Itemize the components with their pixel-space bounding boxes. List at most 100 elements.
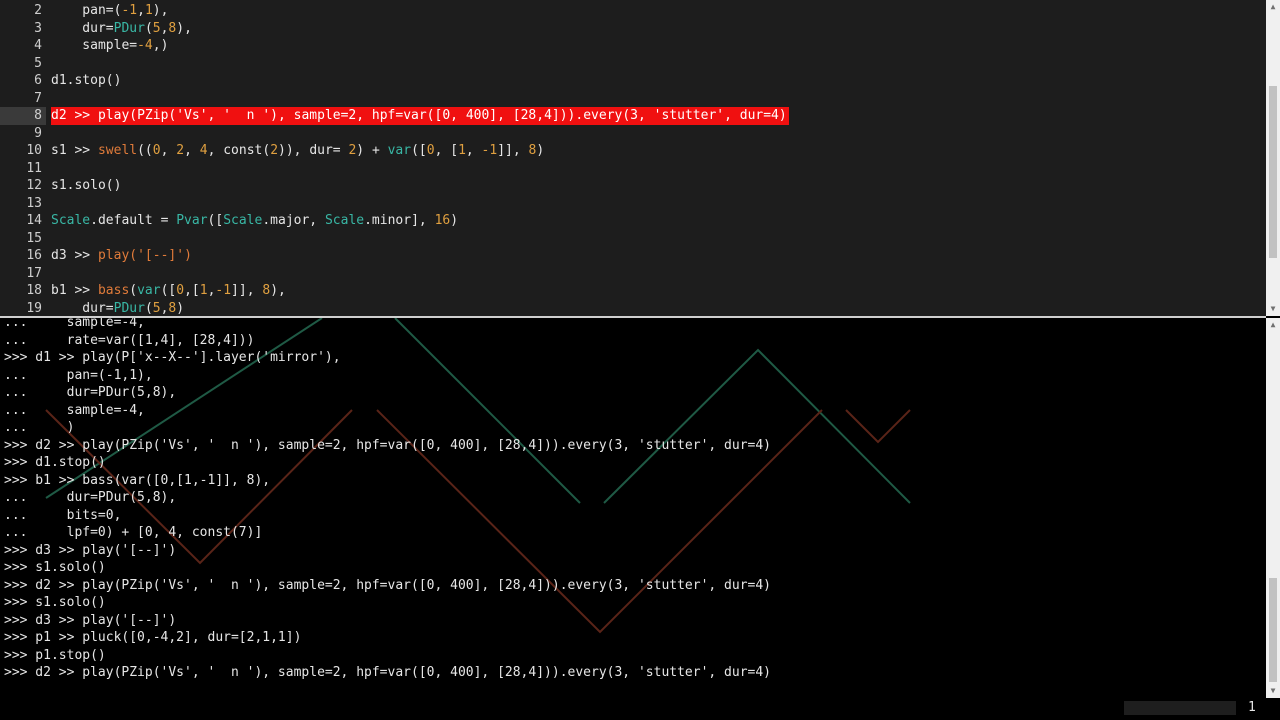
console-line: >>> s1.solo() — [4, 595, 106, 610]
console-scroll-thumb[interactable] — [1269, 578, 1277, 682]
editor-scrollbar[interactable]: ▲ ▼ — [1266, 0, 1280, 316]
code-token: -1 — [215, 283, 232, 298]
console-line: ... rate=var([1,4], [28,4])) — [4, 332, 255, 348]
line-number: 2 — [34, 3, 42, 18]
code-token: -1 — [481, 143, 498, 158]
code-token: 2 — [176, 143, 185, 158]
console-line: ... dur=PDur(5,8), — [4, 385, 177, 400]
line-number: 5 — [34, 55, 42, 71]
code-token: ( — [129, 283, 138, 298]
code-token: ]], — [231, 283, 263, 298]
code-token: ) + — [356, 143, 388, 158]
code-token: .default = — [90, 213, 177, 228]
code-token: var — [387, 143, 412, 158]
line-number-gutter: 2 3 4 5 6 7 8 9 10 11 12 13 14 15 16 17 18 19 — [0, 0, 46, 316]
code-line-highlighted[interactable]: d2 >> play(PZip('Vs', ' n '), sample=2, … — [51, 107, 789, 125]
editor-scroll-thumb[interactable] — [1269, 86, 1277, 258]
viz-green-line — [603, 348, 911, 504]
scroll-down-arrow-icon[interactable]: ▼ — [1266, 684, 1280, 698]
console-line: ... bits=0, — [4, 507, 122, 523]
line-number: 19 — [26, 300, 42, 316]
code-line[interactable]: b1 >> bass(var([0,[1,-1]], 8), — [51, 282, 286, 300]
code-line[interactable]: sample=-4,) — [51, 37, 168, 55]
console-line: ... dur=PDur(5,8), — [4, 490, 177, 505]
code-token: ) — [536, 143, 545, 158]
code-area[interactable]: pan=(-1,1), dur=PDur(5,8), sample=-4,) d1… — [51, 0, 1266, 316]
code-token: ( — [144, 20, 153, 36]
code-line[interactable]: Scale.default = Pvar([Scale.major, Scale… — [51, 212, 458, 230]
code-token: d1.stop() — [51, 73, 122, 88]
line-number: 8 — [0, 107, 46, 125]
code-token: d2 >> play(PZip('Vs', ' n '), sample=2, … — [51, 108, 787, 123]
code-token: PDur — [113, 300, 145, 316]
code-line[interactable]: s1.solo() — [51, 177, 121, 195]
code-token: 4 — [199, 143, 208, 158]
code-token: b1 >> — [51, 283, 98, 298]
code-token: 0 — [426, 143, 435, 158]
code-token: , const( — [207, 143, 271, 158]
code-token: ) — [450, 213, 459, 228]
code-token: s1.solo() — [51, 178, 122, 193]
console-scrollbar[interactable]: ▲ ▼ — [1266, 318, 1280, 698]
code-token: ), — [176, 20, 192, 36]
code-token: 1 — [458, 143, 466, 158]
line-number: 7 — [34, 90, 42, 106]
code-token: sample= — [51, 38, 138, 53]
code-token: Scale — [324, 213, 365, 228]
code-token: 5 — [152, 300, 161, 316]
code-token: .major, — [262, 213, 325, 228]
code-token: ( — [144, 300, 153, 316]
line-number: 12 — [26, 178, 42, 193]
code-token: .minor], — [364, 213, 435, 228]
code-token: 0 — [152, 143, 161, 158]
code-token: bass — [97, 283, 130, 298]
line-number: 18 — [26, 283, 42, 298]
console-line: >>> d2 >> play(PZip('Vs', ' n '), sample… — [4, 665, 772, 680]
line-number: 6 — [34, 73, 42, 88]
scroll-down-arrow-icon[interactable]: ▼ — [1266, 302, 1280, 316]
code-token: 5 — [152, 20, 161, 36]
console-line: >>> s1.solo() — [4, 560, 106, 575]
code-line[interactable]: dur=PDur(5,8), — [51, 20, 192, 38]
code-token: ([ — [207, 213, 224, 228]
console-line: >>> b1 >> bass(var([0,[1,-1]], 8), — [4, 472, 271, 488]
code-line[interactable]: s1 >> swell((0, 2, 4, const(2)), dur= 2)… — [51, 142, 544, 160]
line-number: 4 — [34, 38, 42, 53]
code-token: ]], — [497, 143, 529, 158]
code-token: var — [137, 283, 161, 298]
code-line[interactable]: dur=PDur(5,8) — [51, 300, 184, 317]
code-line[interactable]: pan=(-1,1), — [51, 2, 168, 20]
code-token: s1 >> — [51, 143, 98, 158]
viz-green-line — [394, 318, 581, 504]
code-token: Scale — [223, 213, 263, 228]
scroll-up-arrow-icon[interactable]: ▲ — [1266, 318, 1280, 332]
console-line: >>> p1 >> pluck([0,-4,2], dur=[2,1,1]) — [4, 630, 302, 645]
code-token: 0 — [176, 283, 185, 298]
code-token: PDur — [113, 20, 145, 36]
console-line: >>> d2 >> play(PZip('Vs', ' n '), sample… — [4, 437, 772, 453]
code-token: 1 — [144, 3, 153, 18]
console-line: ... pan=(-1,1), — [4, 367, 153, 383]
code-token: Scale — [51, 213, 91, 228]
code-token: ,[ — [184, 283, 200, 298]
code-token: -1 — [121, 3, 138, 18]
line-number: 17 — [26, 265, 42, 281]
console-line: >>> p1.stop() — [4, 647, 106, 663]
code-editor[interactable]: 2 3 4 5 6 7 8 9 10 11 12 13 14 15 16 17 18 19 pan=(-1,1),… — [0, 0, 1280, 316]
line-number: 13 — [26, 195, 42, 211]
code-token: 1 — [199, 283, 208, 298]
code-token: ('[--]') — [129, 248, 192, 263]
console-line: ... sample=-4, — [4, 318, 145, 330]
code-line[interactable]: d3 >> play('[--]') — [51, 247, 192, 265]
code-token: , — [137, 3, 145, 18]
console-line: >>> d3 >> play('[--]') — [4, 612, 177, 628]
code-token: 16 — [434, 213, 451, 228]
code-token: 2 — [270, 143, 279, 158]
code-line[interactable]: d1.stop() — [51, 72, 121, 90]
scroll-up-arrow-icon[interactable]: ▲ — [1266, 0, 1280, 14]
code-token: dur= — [51, 20, 114, 36]
code-token: play — [97, 248, 130, 263]
line-number: 10 — [26, 143, 42, 158]
line-number: 11 — [26, 160, 42, 176]
code-token: d3 >> — [51, 248, 98, 263]
